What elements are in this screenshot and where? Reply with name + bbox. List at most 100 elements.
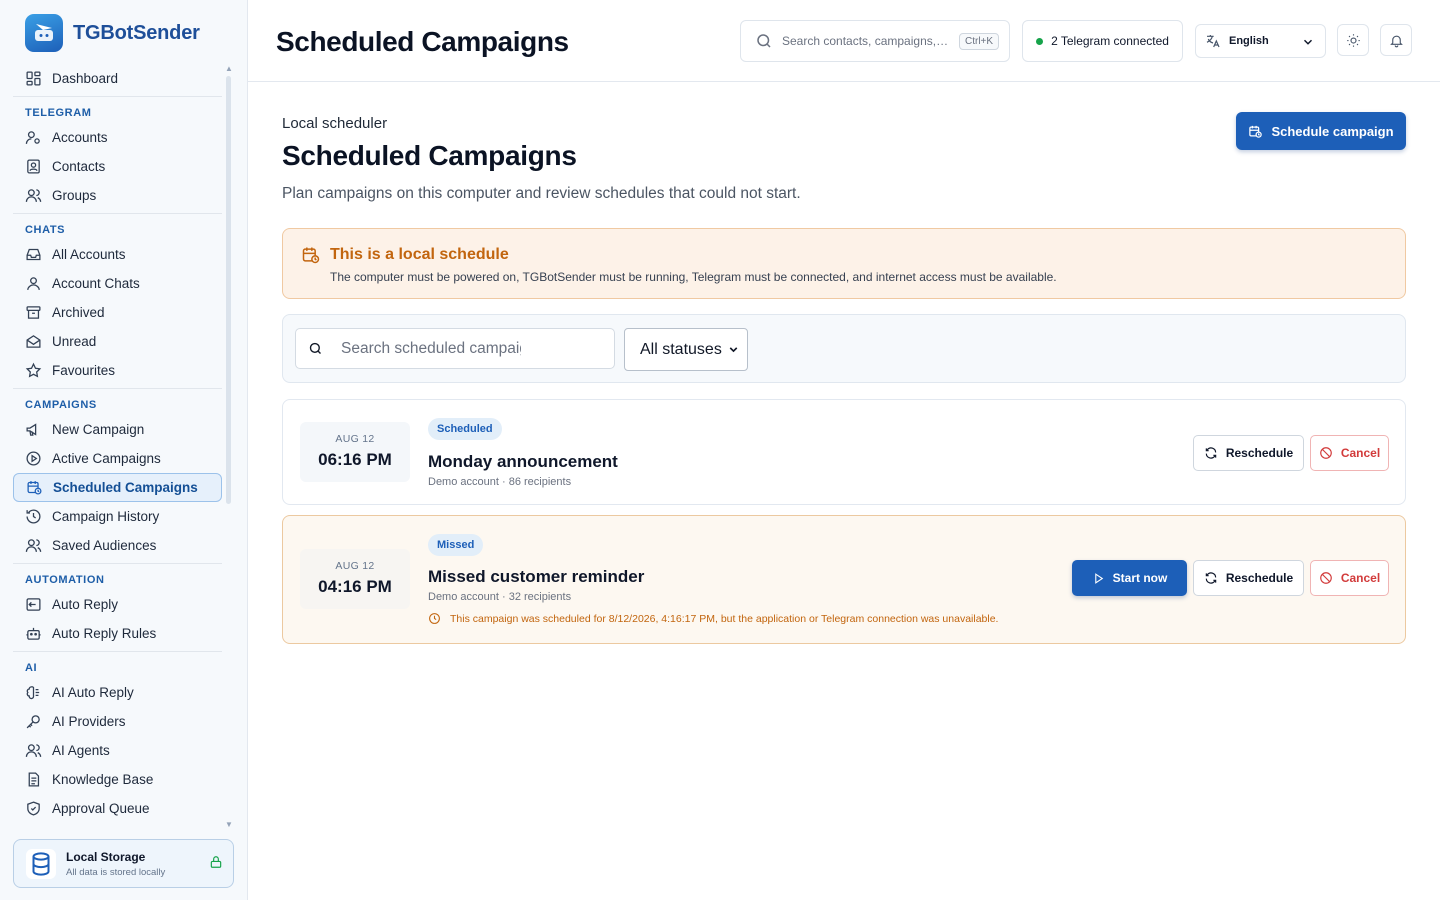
cancel-button[interactable]: Cancel — [1310, 560, 1389, 596]
campaign-search-field[interactable] — [295, 328, 615, 369]
sidebar-item-label: Accounts — [52, 130, 108, 145]
status-filter-select[interactable]: All statuses — [624, 328, 748, 371]
section-telegram: TELEGRAM — [25, 107, 92, 119]
start-now-button[interactable]: Start now — [1072, 560, 1187, 596]
brain-icon — [26, 686, 40, 700]
campaign-meta: Demo account · 86 recipients — [428, 476, 572, 488]
sidebar-item-label: Contacts — [52, 159, 106, 174]
notice-title: This is a local schedule — [330, 246, 509, 263]
sidebar-scrollbar[interactable] — [226, 76, 231, 504]
calendar-clock-icon — [302, 247, 320, 264]
reschedule-label: Reschedule — [1225, 446, 1294, 460]
users-icon — [25, 539, 42, 552]
play-circle-icon — [26, 451, 41, 466]
scroll-down-arrow[interactable]: ▼ — [225, 820, 233, 829]
campaign-search-input[interactable] — [341, 339, 521, 358]
sidebar-item-account-chats[interactable]: Account Chats — [13, 269, 222, 298]
sidebar-item-auto-reply[interactable]: Auto Reply — [13, 590, 222, 619]
sidebar-item-label: Account Chats — [52, 276, 140, 291]
campaign-title: Missed customer reminder — [428, 567, 645, 586]
users-icon — [25, 189, 42, 202]
scroll-up-arrow[interactable]: ▲ — [225, 64, 233, 73]
sidebar-nav: Dashboard TELEGRAM Accounts Contacts Gro… — [13, 64, 222, 823]
top-header: Scheduled Campaigns Search contacts, cam… — [248, 0, 1440, 82]
sidebar-item-label: Scheduled Campaigns — [53, 480, 198, 495]
sidebar-item-active-campaigns[interactable]: Active Campaigns — [13, 444, 222, 473]
sidebar-item-new-campaign[interactable]: New Campaign — [13, 415, 222, 444]
chevron-down-icon — [729, 347, 738, 353]
campaign-card[interactable]: AUG 12 04:16 PM Missed Missed customer r… — [282, 515, 1406, 644]
schedule-date-box: AUG 12 06:16 PM — [300, 422, 410, 482]
campaign-card[interactable]: AUG 12 06:16 PM Scheduled Monday announc… — [282, 399, 1406, 505]
section-chats: CHATS — [25, 224, 66, 236]
sun-icon — [1346, 33, 1360, 47]
sidebar-item-contacts[interactable]: Contacts — [13, 152, 222, 181]
theme-toggle-button[interactable] — [1337, 24, 1369, 56]
sidebar-item-label: AI Agents — [52, 743, 110, 758]
section-automation: AUTOMATION — [25, 574, 105, 586]
reschedule-button[interactable]: Reschedule — [1193, 435, 1304, 471]
ban-icon — [1319, 447, 1332, 459]
sidebar-item-saved-audiences[interactable]: Saved Audiences — [13, 531, 222, 560]
ban-icon — [1319, 572, 1332, 584]
sidebar-item-favourites[interactable]: Favourites — [13, 356, 222, 385]
sidebar-item-campaign-history[interactable]: Campaign History — [13, 502, 222, 531]
cancel-label: Cancel — [1340, 571, 1381, 585]
refresh-icon — [1205, 447, 1217, 459]
local-schedule-notice: This is a local schedule The computer mu… — [282, 228, 1406, 299]
contact-book-icon — [27, 159, 40, 174]
refresh-icon — [1205, 572, 1217, 584]
sidebar-item-approval-queue[interactable]: Approval Queue — [13, 794, 222, 823]
megaphone-icon — [26, 423, 37, 436]
translate-icon — [1206, 35, 1220, 48]
sidebar-item-accounts[interactable]: Accounts — [13, 123, 222, 152]
sidebar-item-ai-providers[interactable]: AI Providers — [13, 707, 222, 736]
cancel-button[interactable]: Cancel — [1310, 435, 1389, 471]
reschedule-label: Reschedule — [1225, 571, 1294, 585]
section-ai: AI — [25, 662, 38, 674]
key-icon — [26, 715, 40, 729]
global-search-input[interactable]: Search contacts, campaigns, t... Ctrl+K — [740, 20, 1010, 62]
language-select[interactable]: English — [1195, 24, 1326, 58]
status-badge: Scheduled — [428, 418, 502, 440]
dashboard-icon — [26, 71, 41, 86]
sidebar-item-all-accounts[interactable]: All Accounts — [13, 240, 222, 269]
start-now-label: Start now — [1112, 571, 1168, 585]
local-storage-card[interactable]: Local Storage All data is stored locally — [13, 839, 234, 888]
sidebar-item-unread[interactable]: Unread — [13, 327, 222, 356]
sidebar-item-knowledge-base[interactable]: Knowledge Base — [13, 765, 222, 794]
sidebar-item-label: Saved Audiences — [52, 538, 157, 553]
sidebar-item-ai-agents[interactable]: AI Agents — [13, 736, 222, 765]
history-icon — [26, 509, 41, 524]
brand[interactable]: TGBotSender — [25, 14, 200, 52]
notice-body: The computer must be powered on, TGBotSe… — [330, 270, 1057, 284]
campaign-meta: Demo account · 32 recipients — [428, 591, 572, 603]
inbox-icon — [26, 248, 41, 261]
sidebar-item-archived[interactable]: Archived — [13, 298, 222, 327]
user-icon — [27, 277, 40, 290]
campaign-title: Monday announcement — [428, 452, 618, 471]
archive-icon — [26, 306, 41, 319]
sidebar-item-auto-reply-rules[interactable]: Auto Reply Rules — [13, 619, 222, 648]
bell-icon — [1389, 35, 1403, 47]
sidebar-item-ai-auto-reply[interactable]: AI Auto Reply — [13, 678, 222, 707]
schedule-time: 06:16 PM — [318, 450, 392, 469]
header-title: Scheduled Campaigns — [276, 26, 569, 57]
reschedule-button[interactable]: Reschedule — [1193, 560, 1304, 596]
search-icon — [757, 34, 771, 48]
section-campaigns: CAMPAIGNS — [25, 399, 97, 411]
app-logo-icon — [25, 14, 63, 52]
sidebar-item-scheduled-campaigns[interactable]: Scheduled Campaigns — [13, 473, 222, 502]
sidebar-item-label: All Accounts — [52, 247, 126, 262]
calendar-clock-icon — [27, 481, 42, 495]
notifications-button[interactable] — [1380, 24, 1412, 56]
sidebar-item-label: New Campaign — [52, 422, 145, 437]
telegram-connection-status[interactable]: 2 Telegram connected — [1022, 20, 1183, 62]
sidebar-item-groups[interactable]: Groups — [13, 181, 222, 210]
search-shortcut-hint: Ctrl+K — [959, 32, 1000, 50]
user-cog-icon — [25, 131, 40, 144]
sidebar-item-dashboard[interactable]: Dashboard — [13, 64, 222, 93]
missed-warning-text: This campaign was scheduled for 8/12/202… — [450, 612, 999, 625]
schedule-campaign-button[interactable]: Schedule campaign — [1236, 112, 1406, 150]
page-description: Plan campaigns on this computer and revi… — [282, 185, 801, 202]
